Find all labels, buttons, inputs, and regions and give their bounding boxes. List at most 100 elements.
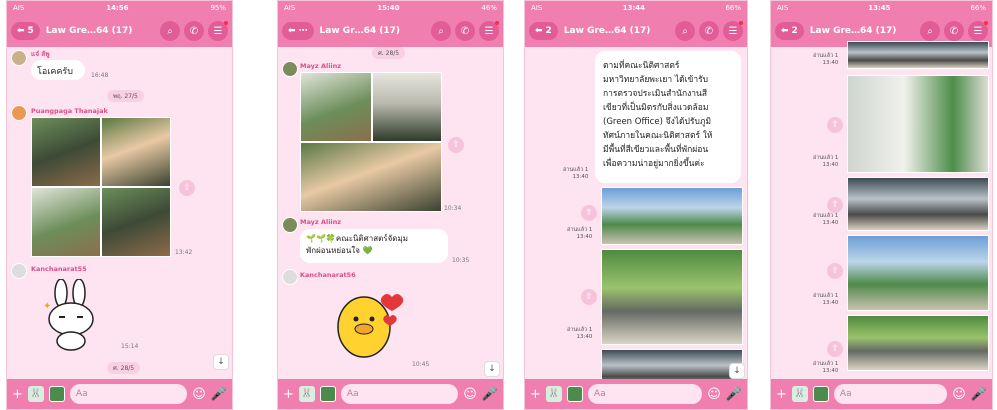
back-button[interactable]: ⬅ 5	[11, 22, 40, 40]
search-button[interactable]: ⌕	[431, 21, 451, 41]
photo-thumbnail[interactable]	[300, 72, 372, 142]
chat-area[interactable]: แจ๋ ลัพู โอเคครับ 16:48 พฤ. 27/5 Puangpa…	[7, 47, 232, 379]
input-placeholder: Aa	[839, 389, 852, 399]
sender-name: Mayz Aliinz	[300, 62, 342, 70]
avatar	[11, 105, 27, 121]
message-time: 13:40	[576, 334, 593, 340]
scroll-down-button[interactable]: ↓	[484, 361, 500, 377]
search-icon: ⌕	[438, 25, 444, 37]
photo-thumbnail[interactable]	[847, 177, 989, 231]
message-bubble: ตามที่คณะนิติศาสตร์ มหาวิทยาลัยพะเยา ได้…	[595, 51, 741, 183]
menu-button[interactable]: ☰	[968, 21, 988, 41]
plus-icon[interactable]: +	[283, 387, 294, 402]
battery-label: 66%	[725, 4, 741, 12]
mic-icon[interactable]: 🎤	[482, 387, 498, 402]
gallery-button[interactable]	[48, 386, 65, 402]
share-button[interactable]: ⇧	[581, 289, 597, 305]
mic-icon[interactable]: 🎤	[971, 387, 987, 402]
emoji-icon[interactable]: ☺	[952, 387, 966, 402]
photo-thumbnail[interactable]	[372, 72, 442, 142]
status-bar: AIS 13:45 66%	[771, 1, 992, 15]
bunny-icon: 🐰	[30, 389, 42, 399]
call-button[interactable]: ✆	[184, 21, 204, 41]
avatar	[282, 269, 298, 285]
message-input[interactable]: Aa	[340, 384, 459, 404]
plus-icon[interactable]: +	[530, 387, 541, 402]
menu-icon: ☰	[213, 25, 223, 37]
chat-title: Law Gre…64 (17)	[563, 26, 651, 36]
input-bar: + 🐰 Aa ☺ 🎤	[525, 379, 747, 409]
gallery-button[interactable]	[566, 386, 583, 402]
plus-icon[interactable]: +	[776, 387, 787, 402]
chat-area[interactable]: ศ. 28/5 Mayz Aliinz ⇧ 10:34 Mayz Aliinz …	[278, 47, 503, 379]
search-button[interactable]: ⌕	[160, 21, 180, 41]
read-receipt: อ่านแล้ว 1 13:40	[813, 293, 838, 307]
sender-name: แจ๋ ลัพู	[31, 50, 50, 58]
sticker-button[interactable]: 🐰	[27, 386, 44, 402]
photo-thumbnail[interactable]	[601, 187, 743, 245]
call-button[interactable]: ✆	[944, 21, 964, 41]
scroll-down-button[interactable]: ↓	[213, 354, 229, 370]
call-button[interactable]: ✆	[455, 21, 475, 41]
search-button[interactable]: ⌕	[920, 21, 940, 41]
chat-area[interactable]: ตามที่คณะนิติศาสตร์ มหาวิทยาลัยพะเยา ได้…	[525, 47, 747, 389]
share-button[interactable]: ⇧	[827, 341, 843, 357]
message-time: 10:35	[452, 257, 470, 264]
photo-thumbnail[interactable]	[847, 235, 989, 311]
battery-label: 46%	[481, 4, 497, 12]
sender-name: Puangpaga Thanajak	[31, 107, 108, 115]
status-bar: AIS 15:40 46%	[278, 1, 503, 15]
gallery-button[interactable]	[812, 386, 829, 402]
menu-button[interactable]: ☰	[208, 21, 228, 41]
date-separator: ศ. 28/5	[107, 362, 141, 374]
message-input[interactable]: Aa	[587, 384, 703, 404]
share-button[interactable]: ⇧	[827, 263, 843, 279]
share-button[interactable]: ⇧	[827, 117, 843, 133]
photo-thumbnail[interactable]	[847, 41, 989, 69]
menu-button[interactable]: ☰	[723, 21, 743, 41]
photo-thumbnail[interactable]	[300, 142, 442, 212]
call-button[interactable]: ✆	[699, 21, 719, 41]
share-button[interactable]: ⇧	[827, 197, 843, 213]
sticker-button[interactable]: 🐰	[545, 386, 562, 402]
scroll-down-button[interactable]: ↓	[729, 363, 745, 379]
back-button[interactable]: ⬅ 2	[529, 22, 558, 40]
search-icon: ⌕	[682, 25, 688, 37]
read-label: อ่านแล้ว 1	[813, 213, 839, 219]
menu-icon: ☰	[728, 25, 738, 37]
photo-thumbnail[interactable]	[101, 117, 171, 187]
back-button[interactable]: ⬅ ⋯	[282, 22, 314, 40]
menu-icon: ☰	[484, 25, 494, 37]
share-button[interactable]: ⇧	[448, 137, 464, 153]
mic-icon[interactable]: 🎤	[726, 387, 742, 402]
message-input[interactable]: Aa	[69, 384, 188, 404]
emoji-icon[interactable]: ☺	[192, 387, 206, 402]
read-label: อ่านแล้ว 1	[813, 361, 839, 367]
chat-area[interactable]: อ่านแล้ว 1 13:40 ⇧ อ่านแล้ว 1 13:40 ⇧ อ่าน…	[771, 41, 992, 379]
message-text-line: 🌱🌱🍀คณะนิติศาสตร์จัดมุม	[306, 234, 408, 243]
photo-thumbnail[interactable]	[601, 249, 743, 345]
chat-screen-1: AIS 14:56 95% ⬅ 5 Law Gre…64 (17) ⌕ ✆ ☰ แ…	[6, 0, 233, 410]
share-icon: ⇧	[183, 183, 191, 193]
photo-thumbnail[interactable]	[847, 315, 989, 371]
plus-icon[interactable]: +	[12, 387, 23, 402]
photo-thumbnail[interactable]	[101, 187, 171, 257]
photo-thumbnail[interactable]	[847, 75, 989, 173]
input-bar: + 🐰 Aa ☺ 🎤	[7, 379, 232, 409]
emoji-icon[interactable]: ☺	[463, 387, 477, 402]
search-button[interactable]: ⌕	[675, 21, 695, 41]
sticker-button[interactable]: 🐰	[791, 386, 808, 402]
sticker-button[interactable]: 🐰	[298, 386, 315, 402]
emoji-icon[interactable]: ☺	[707, 387, 721, 402]
message-text-line: ตามที่คณะนิติศาสตร์	[603, 61, 680, 71]
share-button[interactable]: ⇧	[581, 205, 597, 221]
share-button[interactable]: ⇧	[179, 180, 195, 196]
menu-button[interactable]: ☰	[479, 21, 499, 41]
mic-icon[interactable]: 🎤	[211, 387, 227, 402]
back-button[interactable]: ⬅ 2	[775, 22, 804, 40]
date-separator: พฤ. 27/5	[107, 90, 144, 102]
message-input[interactable]: Aa	[833, 384, 948, 404]
photo-thumbnail[interactable]	[31, 187, 101, 257]
gallery-button[interactable]	[319, 386, 336, 402]
photo-thumbnail[interactable]	[31, 117, 101, 187]
